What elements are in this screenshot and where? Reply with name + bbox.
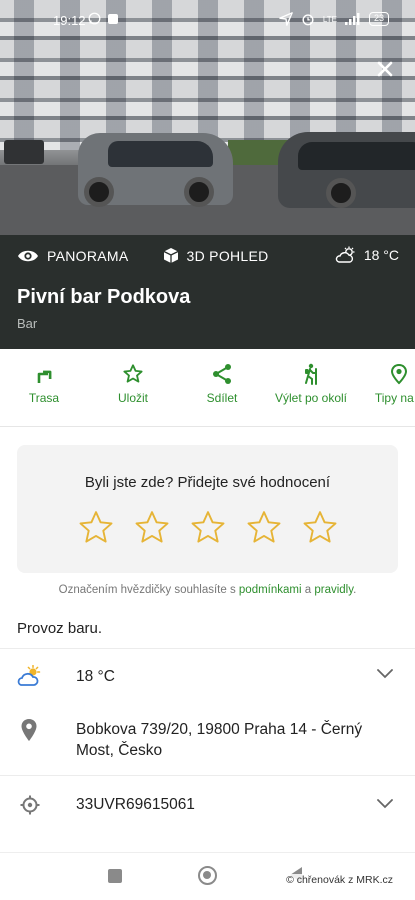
address-text: Bobkova 739/20, 19800 Praha 14 - Černý M… xyxy=(76,721,363,759)
watermark: © chřenovák z MRK.cz xyxy=(284,874,395,886)
eye-icon xyxy=(18,250,38,261)
rating-card: Byli jste zde? Přidejte své hodnocení xyxy=(17,445,398,573)
3d-view-button[interactable]: 3D POHLED xyxy=(163,247,269,264)
weather-row[interactable]: 18 °C xyxy=(0,648,415,704)
home-button[interactable] xyxy=(198,866,217,885)
terms-conditions-link[interactable]: podmínkami xyxy=(239,584,302,596)
place-description: Provoz baru. xyxy=(17,620,103,637)
save-button[interactable]: Uložit xyxy=(88,363,178,405)
cube-icon xyxy=(163,248,178,263)
chevron-down-icon[interactable] xyxy=(376,798,394,810)
hiker-icon xyxy=(305,363,317,385)
close-icon xyxy=(377,61,393,77)
weather-summary[interactable]: 18 °C xyxy=(335,246,399,264)
nearby-trip-button[interactable]: Výlet po okolí xyxy=(266,363,356,405)
weather-temperature: 18 °C xyxy=(363,247,399,263)
square-notification-icon xyxy=(108,13,118,24)
car xyxy=(278,132,415,208)
rating-star-2[interactable] xyxy=(133,509,171,547)
share-icon xyxy=(213,364,231,384)
route-icon xyxy=(37,370,52,383)
alarm-icon xyxy=(302,14,314,26)
terms-suffix: . xyxy=(353,584,357,596)
location-arrow-icon xyxy=(279,12,293,26)
rating-star-3[interactable] xyxy=(189,509,227,547)
trash-bin xyxy=(4,140,44,164)
share-button[interactable]: Sdílet xyxy=(177,363,267,405)
action-bar: Trasa Uložit Sdílet Výlet po okolí Tipy … xyxy=(0,349,415,427)
save-label: Uložit xyxy=(117,391,148,405)
terms-prefix: Označením hvězdičky souhlasíte s xyxy=(58,584,239,596)
tips-label: Tipy na v xyxy=(374,391,415,405)
chevron-down-icon[interactable] xyxy=(376,668,394,680)
route-button[interactable]: Trasa xyxy=(0,363,89,405)
rating-terms: Označením hvězdičky souhlasíte s podmínk… xyxy=(0,584,415,596)
tips-button[interactable]: Tipy na v xyxy=(354,363,415,405)
pin-icon xyxy=(390,363,408,385)
panorama-button[interactable]: PANORAMA xyxy=(17,248,129,264)
coordinates-text: 33UVR69615061 xyxy=(76,796,195,813)
nearby-trip-label: Výlet po okolí xyxy=(274,391,348,405)
whatsapp-icon xyxy=(88,12,101,25)
address-row[interactable]: Bobkova 739/20, 19800 Praha 14 - Černý M… xyxy=(0,704,415,775)
share-label: Sdílet xyxy=(206,391,238,405)
crosshair-icon xyxy=(20,795,40,815)
rating-star-5[interactable] xyxy=(301,509,339,547)
3d-view-label: 3D POHLED xyxy=(186,247,269,264)
weather-row-temperature: 18 °C xyxy=(76,668,115,685)
close-button[interactable] xyxy=(372,56,398,82)
battery-icon: 23 xyxy=(368,12,389,26)
terms-rules-link[interactable]: pravidly xyxy=(314,584,353,596)
recent-apps-button[interactable] xyxy=(108,869,122,883)
place-header-panel: PANORAMA 3D POHLED 18 °C Pivní bar Podko… xyxy=(0,235,415,349)
signal-icon xyxy=(344,13,360,25)
place-photo[interactable]: 19:12 LTE 23 xyxy=(0,0,415,235)
panorama-label: PANORAMA xyxy=(47,247,129,264)
star-outline-icon xyxy=(123,364,143,383)
coordinates-row[interactable]: 33UVR69615061 xyxy=(0,775,415,833)
location-pin-icon xyxy=(21,719,37,741)
sun-cloud-icon xyxy=(335,246,355,263)
rating-star-1[interactable] xyxy=(77,509,115,547)
place-title: Pivní bar Podkova xyxy=(17,286,191,308)
rating-star-4[interactable] xyxy=(245,509,283,547)
rating-prompt: Byli jste zde? Přidejte své hodnocení xyxy=(84,474,331,491)
route-label: Trasa xyxy=(28,391,60,405)
sun-cloud-icon xyxy=(17,665,41,686)
status-time: 19:12 xyxy=(53,13,86,28)
status-bar: 19:12 LTE 23 xyxy=(0,10,415,34)
network-type: LTE xyxy=(322,14,337,24)
rating-stars xyxy=(77,509,339,547)
car xyxy=(78,133,233,207)
terms-middle: a xyxy=(301,584,315,596)
place-category: Bar xyxy=(17,316,38,331)
